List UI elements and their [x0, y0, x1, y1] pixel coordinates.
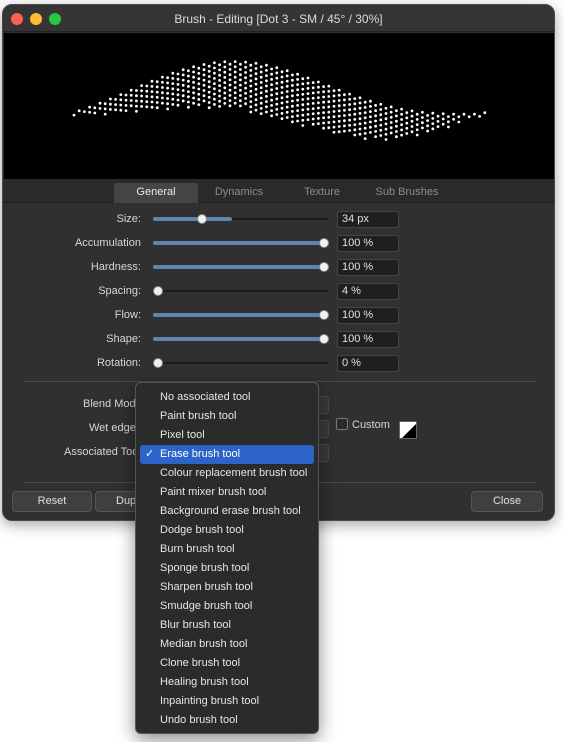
menu-item[interactable]: Median brush tool — [140, 635, 314, 654]
accumulation-slider[interactable] — [153, 236, 329, 250]
size-slider[interactable] — [153, 212, 329, 226]
menu-item-label: Background erase brush tool — [160, 505, 301, 517]
slider-knob[interactable] — [319, 334, 329, 344]
menu-item[interactable]: Colour replacement brush tool — [140, 464, 314, 483]
menu-item-label: Smudge brush tool — [160, 600, 253, 612]
menu-item-label: Sharpen brush tool — [160, 581, 253, 593]
shape-label: Shape: — [106, 333, 141, 345]
hardness-label: Hardness: — [90, 261, 141, 273]
menu-item[interactable]: Dodge brush tool — [140, 521, 314, 540]
blend-mode-label: Blend Mode — [83, 398, 142, 410]
menu-item[interactable]: Healing brush tool — [140, 673, 314, 692]
rotation-slider[interactable] — [153, 356, 329, 370]
associated-tool-label: Associated Too — [64, 446, 139, 458]
menu-item[interactable]: Inpainting brush tool — [140, 692, 314, 711]
menu-item-label: Paint mixer brush tool — [160, 486, 267, 498]
menu-item[interactable]: Pixel tool — [140, 426, 314, 445]
tab-general[interactable]: General — [114, 183, 198, 203]
size-label: Size: — [116, 213, 141, 225]
menu-item[interactable]: Clone brush tool — [140, 654, 314, 673]
rotation-value-field[interactable]: 0 % — [337, 355, 399, 372]
slider-fill — [153, 217, 233, 221]
slider-knob[interactable] — [319, 262, 329, 272]
slider-knob[interactable] — [319, 238, 329, 248]
menu-item[interactable]: Background erase brush tool — [140, 502, 314, 521]
slider-knob[interactable] — [153, 358, 163, 368]
spacing-slider[interactable] — [153, 284, 329, 298]
tab-bar: General Dynamics Texture Sub Brushes — [3, 179, 554, 203]
menu-item[interactable]: Sharpen brush tool — [140, 578, 314, 597]
slider-fill — [153, 241, 329, 245]
menu-item[interactable]: Paint mixer brush tool — [140, 483, 314, 502]
curve-icon — [402, 424, 416, 438]
menu-item[interactable]: Smudge brush tool — [140, 597, 314, 616]
flow-slider[interactable] — [153, 308, 329, 322]
checkmark-icon: ✓ — [145, 448, 155, 460]
menu-item-label: Clone brush tool — [160, 657, 241, 669]
accumulation-value-field[interactable]: 100 % — [337, 235, 399, 252]
menu-item[interactable]: Paint brush tool — [140, 407, 314, 426]
wet-edge-label: Wet edge — [89, 422, 136, 434]
shape-value-field[interactable]: 100 % — [337, 331, 399, 348]
title-bar: Brush - Editing [Dot 3 - SM / 45° / 30%] — [3, 5, 554, 32]
menu-item[interactable]: Sponge brush tool — [140, 559, 314, 578]
slider-track — [153, 362, 329, 364]
spacing-label: Spacing: — [98, 285, 141, 297]
menu-item-label: Median brush tool — [160, 638, 248, 650]
tab-sub-brushes[interactable]: Sub Brushes — [365, 183, 449, 203]
menu-item-label: Pixel tool — [160, 429, 205, 441]
slider-fill — [153, 265, 329, 269]
menu-item-label: Sponge brush tool — [160, 562, 250, 574]
menu-item-label: Blur brush tool — [160, 619, 231, 631]
stroke-preview-graphic — [72, 60, 487, 141]
window-title: Brush - Editing [Dot 3 - SM / 45° / 30%] — [174, 12, 383, 26]
menu-item-label: Colour replacement brush tool — [160, 467, 308, 479]
menu-item[interactable]: Undo brush tool — [140, 711, 314, 730]
slider-knob[interactable] — [319, 310, 329, 320]
custom-checkbox[interactable] — [336, 418, 348, 430]
close-button[interactable]: Close — [471, 491, 543, 512]
menu-item-label: Dodge brush tool — [160, 524, 244, 536]
menu-item[interactable]: Burn brush tool — [140, 540, 314, 559]
menu-item[interactable]: No associated tool — [140, 388, 314, 407]
menu-item-label: Undo brush tool — [160, 714, 238, 726]
tab-dynamics[interactable]: Dynamics — [200, 183, 278, 203]
menu-item-label: Burn brush tool — [160, 543, 235, 555]
size-value-field[interactable]: 34 px — [337, 211, 399, 228]
slider-fill — [153, 337, 329, 341]
accumulation-label: Accumulation — [74, 237, 141, 249]
menu-item[interactable]: Blur brush tool — [140, 616, 314, 635]
hardness-value-field[interactable]: 100 % — [337, 259, 399, 276]
custom-label: Custom — [352, 419, 390, 431]
slider-track — [153, 290, 329, 292]
tab-texture[interactable]: Texture — [283, 183, 361, 203]
shape-slider[interactable] — [153, 332, 329, 346]
menu-item-label: Paint brush tool — [160, 410, 237, 422]
menu-item-label: No associated tool — [160, 391, 251, 403]
slider-fill — [153, 313, 329, 317]
associated-tool-dropdown-menu: No associated tool Paint brush tool Pixel … — [135, 382, 319, 734]
rotation-label: Rotation: — [96, 357, 141, 369]
wet-edge-curve-swatch[interactable] — [399, 421, 417, 439]
flow-label: Flow: — [114, 309, 141, 321]
menu-item-label: Inpainting brush tool — [160, 695, 260, 707]
menu-item[interactable]: ✓ Erase brush tool — [140, 445, 314, 464]
reset-button[interactable]: Reset — [12, 491, 92, 512]
spacing-value-field[interactable]: 4 % — [337, 283, 399, 300]
hardness-slider[interactable] — [153, 260, 329, 274]
menu-item-label: Healing brush tool — [160, 676, 249, 688]
slider-knob[interactable] — [197, 214, 208, 224]
slider-knob[interactable] — [153, 286, 163, 296]
flow-value-field[interactable]: 100 % — [337, 307, 399, 324]
menu-item-label: Erase brush tool — [160, 448, 241, 460]
brush-stroke-preview — [4, 33, 554, 179]
